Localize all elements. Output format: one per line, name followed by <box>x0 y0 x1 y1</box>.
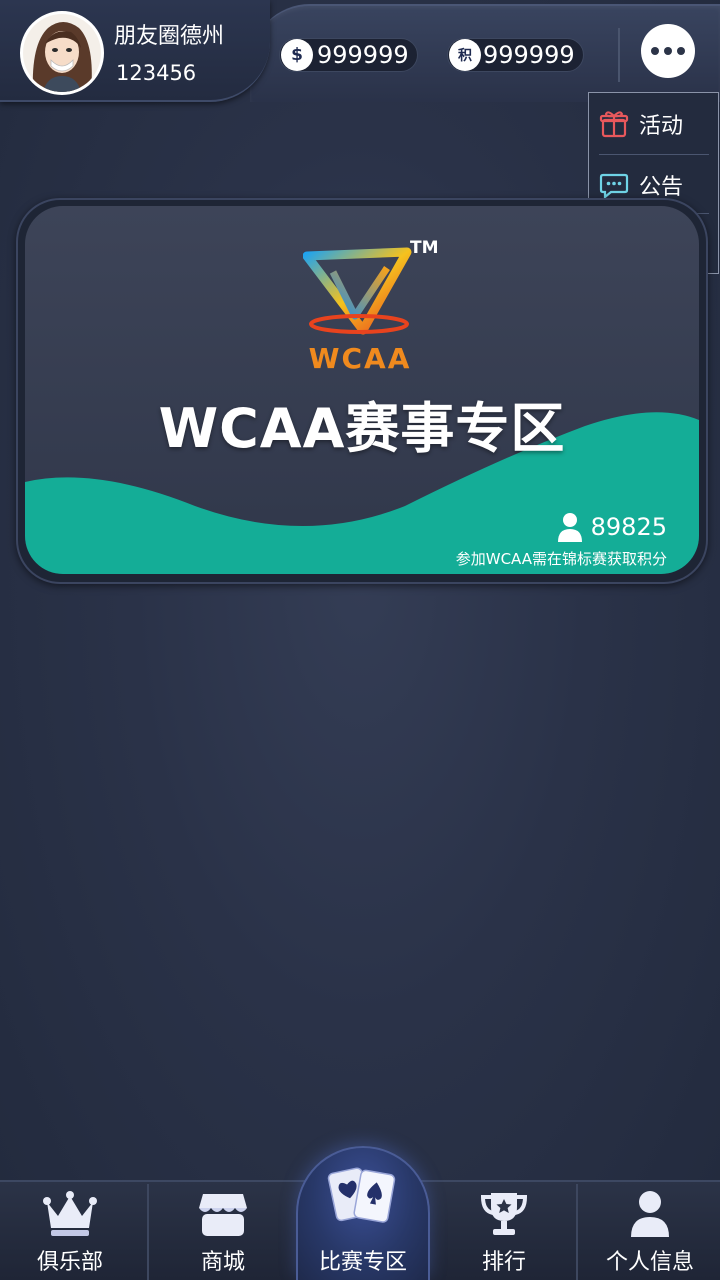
nav-label: 比赛专区 <box>318 1250 407 1275</box>
trophy-icon <box>480 1193 528 1235</box>
participant-number: 89825 <box>590 513 667 541</box>
wcaa-logo-text: WCAA <box>308 342 412 375</box>
header-divider <box>618 28 620 82</box>
shop-icon <box>199 1194 247 1236</box>
chat-bubble-icon <box>599 173 629 200</box>
nav-divider <box>147 1184 149 1280</box>
dot-icon <box>677 47 685 55</box>
top-header: 朋友圈德州 123456 $ 999999 积 999999 <box>0 0 720 104</box>
nav-item-tournament[interactable]: 比赛专区 <box>296 1146 430 1280</box>
points-balance[interactable]: 积 999999 <box>447 38 584 72</box>
user-id: 123456 <box>116 61 197 85</box>
gold-coin-value: 999999 <box>317 41 409 69</box>
gold-coin-balance[interactable]: $ 999999 <box>279 38 418 72</box>
wcaa-banner[interactable]: TM WCAA WCAA赛事专区 89825 参加WCAA需在锦标赛获取积分 <box>25 206 699 574</box>
dollar-coin-icon: $ <box>281 39 313 71</box>
user-name: 朋友圈德州 <box>114 24 225 49</box>
nav-label: 商城 <box>200 1250 245 1275</box>
points-coin-icon: 积 <box>449 39 481 71</box>
nav-item-shop[interactable]: 商城 <box>152 1182 294 1280</box>
more-menu-button[interactable] <box>641 24 695 78</box>
menu-item-label: 活动 <box>639 114 684 139</box>
nav-label: 个人信息 <box>605 1250 694 1275</box>
playing-cards-icon <box>327 1167 396 1223</box>
dot-icon <box>651 47 659 55</box>
nav-label: 排行 <box>481 1250 526 1275</box>
person-icon <box>631 1191 669 1237</box>
nav-item-club[interactable]: 俱乐部 <box>0 1182 140 1280</box>
menu-item-label: 公告 <box>639 175 684 200</box>
trademark-mark: TM <box>410 238 439 258</box>
nav-label: 俱乐部 <box>36 1250 103 1275</box>
nav-item-profile[interactable]: 个人信息 <box>580 1182 720 1280</box>
menu-divider <box>599 154 709 155</box>
person-icon <box>557 513 582 542</box>
participant-count: 89825 <box>557 512 667 542</box>
banner-note: 参加WCAA需在锦标赛获取积分 <box>455 550 667 568</box>
nav-item-ranking[interactable]: 排行 <box>432 1182 576 1280</box>
menu-item-activity[interactable]: 活动 <box>599 95 709 153</box>
dot-icon <box>664 47 672 55</box>
banner-title: WCAA赛事专区 <box>158 397 566 460</box>
crown-icon <box>43 1191 97 1236</box>
nav-divider <box>576 1184 578 1280</box>
avatar[interactable] <box>20 11 104 95</box>
gift-icon <box>599 111 629 138</box>
points-value: 999999 <box>483 41 575 69</box>
